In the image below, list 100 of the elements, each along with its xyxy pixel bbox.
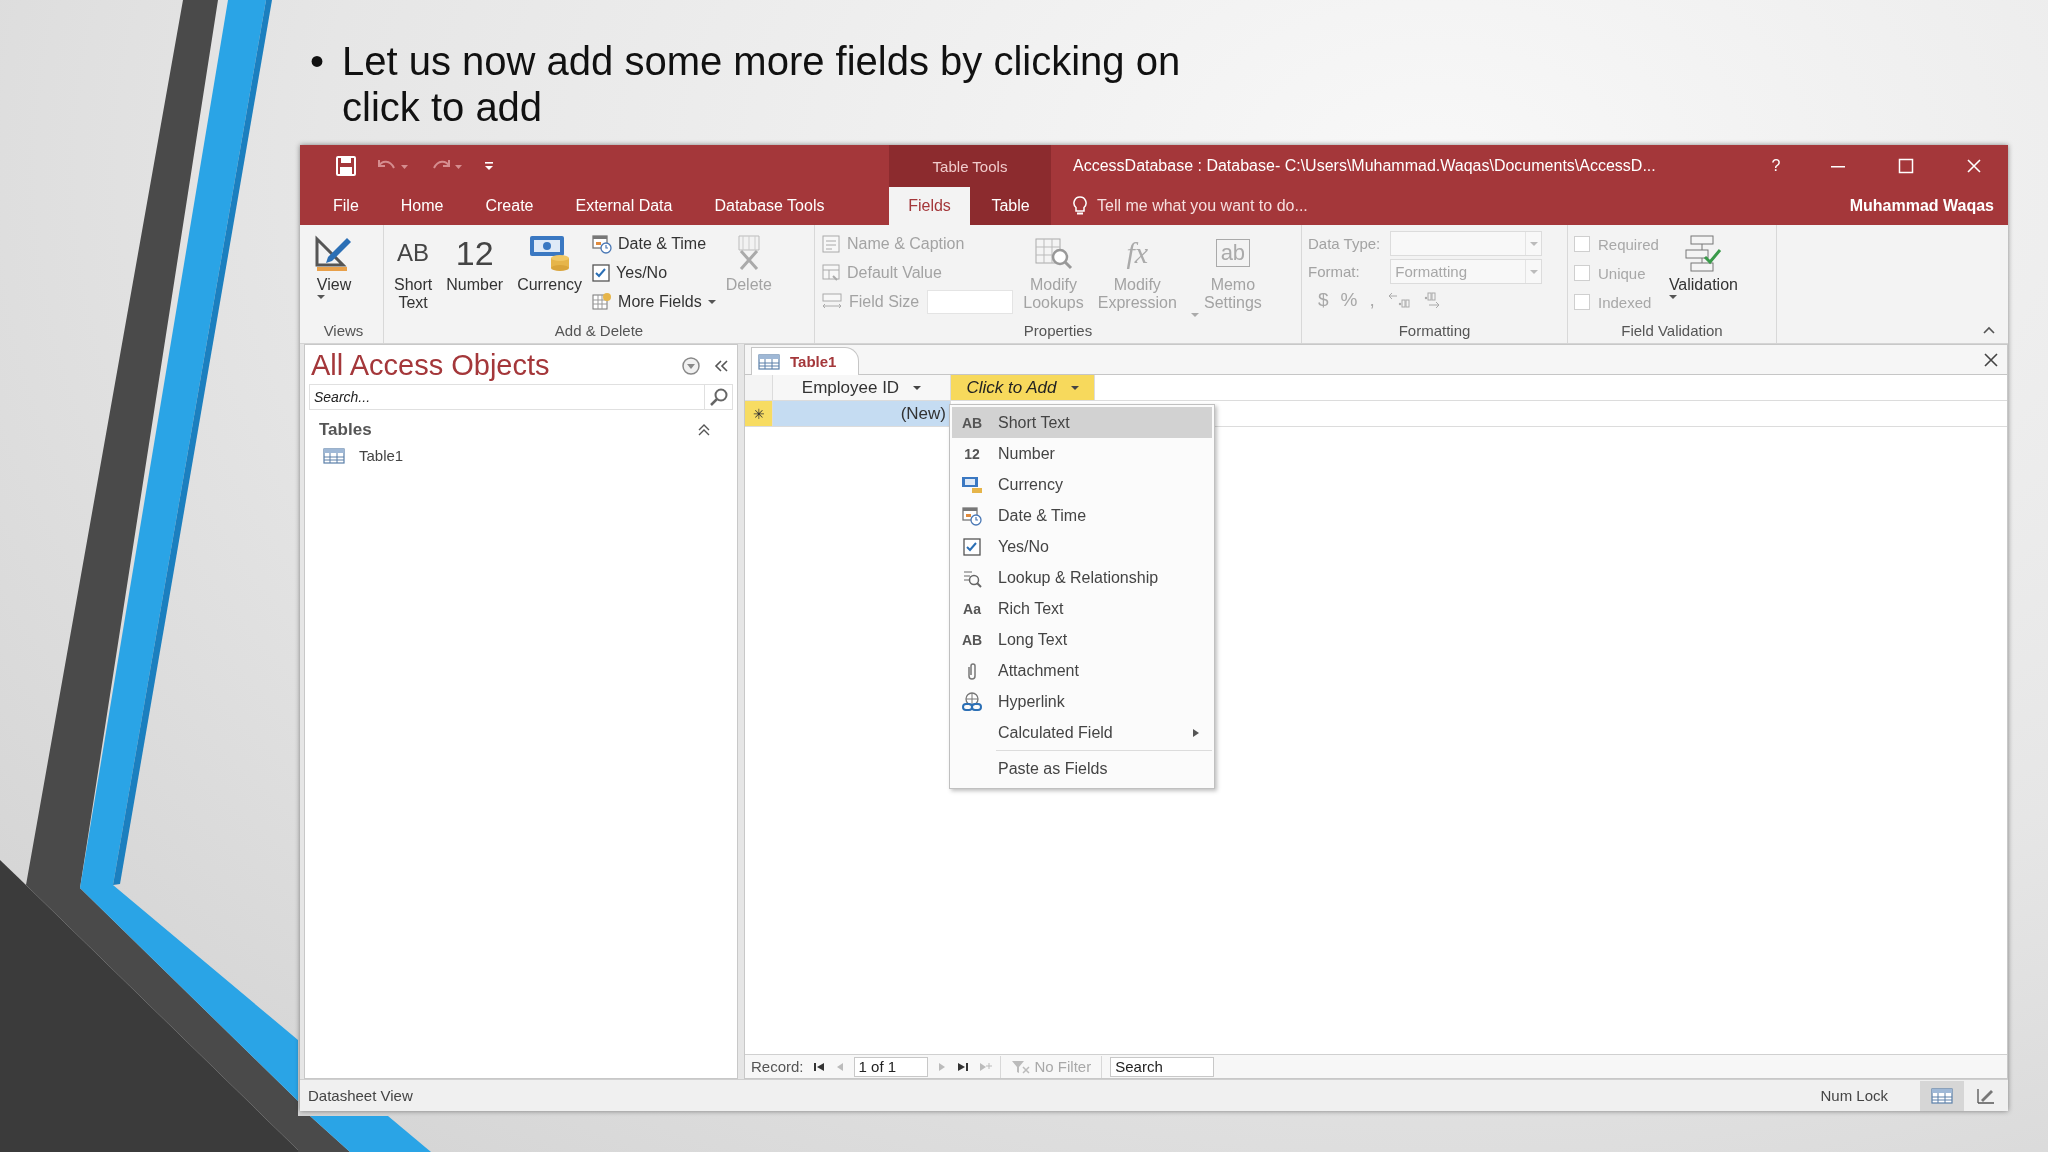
short-text-button[interactable]: AB Short Text: [390, 229, 437, 313]
menu-item[interactable]: 12 Number: [952, 438, 1212, 469]
lightbulb-icon: [1073, 196, 1087, 216]
flowchart-check-icon: [1683, 233, 1724, 273]
calendar-clock-icon: [592, 234, 613, 254]
status-text: Datasheet View: [308, 1087, 414, 1104]
default-value-icon: [821, 263, 841, 283]
yes-no-button[interactable]: Yes/No: [592, 260, 716, 286]
menu-item[interactable]: AB Short Text: [952, 407, 1212, 438]
table-cell[interactable]: (New): [773, 401, 951, 426]
submenu-arrow-icon: [1192, 727, 1200, 738]
document-tab[interactable]: Table1: [751, 347, 860, 375]
field-type-glyph: 12: [455, 233, 494, 273]
number-button[interactable]: 12 Number: [442, 229, 508, 295]
menu-item[interactable]: Paste as Fields: [952, 753, 1212, 784]
menu-item[interactable]: Aa Rich Text: [952, 593, 1212, 624]
dropdown-circle-icon[interactable]: [681, 355, 701, 376]
close-icon[interactable]: [1983, 351, 1999, 368]
table-plus-icon: [592, 292, 613, 312]
table-icon: [323, 447, 345, 464]
field-type-glyph: Aa: [963, 600, 981, 617]
ribbon-tab[interactable]: Home: [379, 187, 465, 225]
column-header[interactable]: Click to Add: [951, 375, 1095, 400]
group-label: Views: [322, 321, 365, 341]
ribbon-tab[interactable]: Table: [970, 187, 1051, 225]
caret-icon: [1668, 294, 1677, 300]
window-title: AccessDatabase : Database- C:\Users\Muhammad.Waqas\Documents\AccessD...: [1072, 157, 1657, 175]
ribbon-tab[interactable]: Create: [464, 187, 555, 225]
help-button[interactable]: ?: [1748, 157, 1804, 175]
tell-me-field[interactable]: Tell me what you want to do...: [1095, 196, 1575, 216]
ribbon-tab[interactable]: Fields: [889, 187, 970, 225]
double-chevron-left-icon[interactable]: [713, 357, 729, 374]
new-row-marker: ✳: [745, 401, 773, 426]
column-header[interactable]: Employee ID: [773, 375, 951, 400]
caret-icon: [1070, 384, 1079, 391]
group-label: Formatting: [1397, 321, 1472, 341]
label-list-icon: [821, 234, 841, 254]
field-type-glyph: AB: [961, 631, 983, 648]
menu-item[interactable]: Calculated Field: [952, 717, 1212, 748]
ribbon-tab[interactable]: Database Tools: [693, 187, 846, 225]
caret-icon: [913, 384, 922, 391]
format-label: Format:: [1308, 263, 1361, 280]
nav-group-header[interactable]: Tables: [305, 410, 737, 444]
more-fields-button[interactable]: More Fields: [592, 289, 716, 315]
bullet-mark: •: [310, 38, 324, 85]
group-label: Properties: [1022, 321, 1094, 341]
caret-icon: [1529, 240, 1538, 247]
checkbox-icon: [592, 264, 611, 282]
field-type-glyph: ab: [1215, 239, 1251, 267]
caret-icon: [1529, 268, 1538, 275]
ribbon-tab[interactable]: File: [312, 187, 380, 225]
field-type-glyph: AB: [397, 238, 430, 268]
record-position-field[interactable]: 1 of 1: [853, 1056, 928, 1077]
view-button[interactable]: View: [310, 229, 358, 301]
date-time-button[interactable]: Date & Time: [592, 231, 716, 257]
double-chevron-up-icon[interactable]: [697, 423, 711, 437]
table-icon: [1931, 1087, 1953, 1104]
table-icon: [758, 353, 780, 370]
menu-item[interactable]: Date & Time: [952, 500, 1212, 531]
field-type-glyph: fx: [1126, 235, 1149, 271]
field-type-glyph: AB: [961, 414, 983, 431]
slide-text: Let us now add some more fields by clicking on click to add: [342, 38, 1182, 130]
nav-pane-title: All Access Objects: [311, 349, 551, 382]
search-icon[interactable]: [708, 387, 729, 407]
menu-item[interactable]: Attachment: [952, 655, 1212, 686]
menu-item[interactable]: AB Long Text: [952, 624, 1212, 655]
record-label: Record:: [751, 1058, 804, 1075]
record-search-field[interactable]: Search: [1110, 1056, 1215, 1077]
status-indicator: Num Lock: [1820, 1087, 1889, 1104]
search-field[interactable]: Search...: [309, 384, 705, 410]
menu-item[interactable]: Lookup & Relationship: [952, 562, 1212, 593]
collapse-ribbon-icon[interactable]: [1982, 325, 1996, 335]
context-tab-group-label: Table Tools: [889, 145, 1051, 187]
customize-caret-icon[interactable]: [484, 160, 494, 172]
calendar-clock-icon: [962, 505, 982, 526]
checkbox-icon: [963, 537, 981, 556]
group-label: Add & Delete: [553, 321, 645, 341]
globe-chain-icon: [961, 691, 983, 712]
field-type-glyph: 12: [964, 445, 980, 462]
validation-button[interactable]: Validation: [1664, 229, 1742, 301]
menu-item[interactable]: Yes/No: [952, 531, 1212, 562]
increase-decimals-icon: [1386, 291, 1411, 309]
maximize-icon[interactable]: [1898, 158, 1914, 174]
banknote-coins-icon: [527, 233, 572, 273]
menu-item[interactable]: Currency: [952, 469, 1212, 500]
user-name[interactable]: Muhammad Waqas: [1849, 197, 2008, 215]
group-label: Field Validation: [1620, 321, 1724, 341]
caret-icon: [316, 294, 325, 300]
ruler-pencil-icon: [314, 233, 354, 273]
design-view-icon: [1976, 1086, 1996, 1105]
menu-item[interactable]: Hyperlink: [952, 686, 1212, 717]
currency-button[interactable]: Currency: [513, 229, 587, 295]
caret-icon: [707, 299, 716, 305]
ribbon-tab[interactable]: External Data: [554, 187, 694, 225]
caret-icon: [1190, 312, 1199, 318]
save-icon[interactable]: [336, 156, 356, 176]
banknote-coins-icon: [961, 474, 983, 495]
nav-item[interactable]: Table1: [305, 444, 737, 467]
data-type-label: Data Type:: [1308, 235, 1381, 252]
view-switch-button[interactable]: [1920, 1080, 1964, 1111]
